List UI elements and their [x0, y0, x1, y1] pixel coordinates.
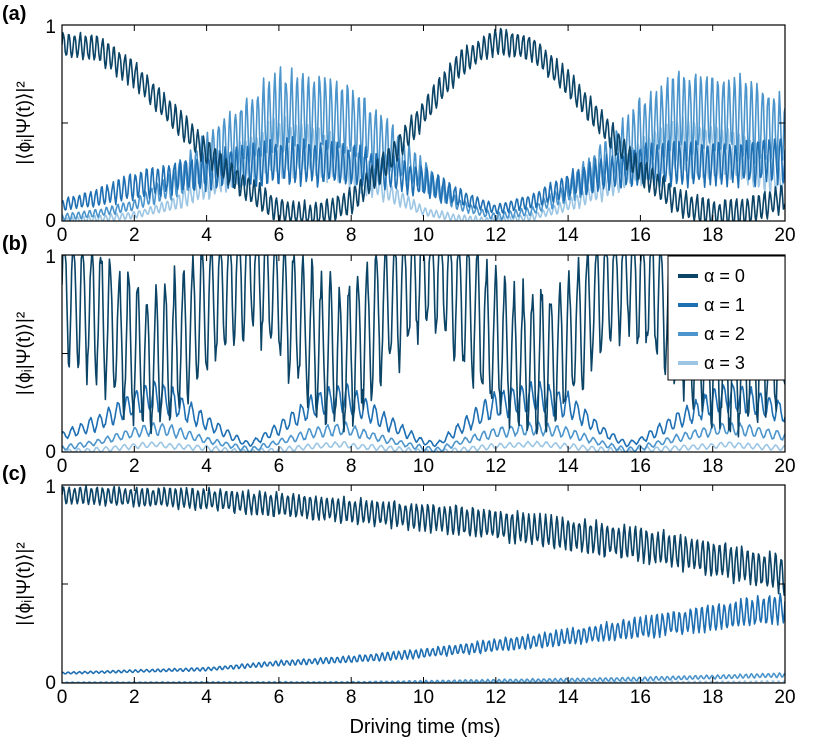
x-tick-label: 12	[485, 687, 506, 708]
y-axis-label: |⟨ϕᵢ|Ψ(t)⟩|²	[14, 542, 35, 625]
legend-entry: α = 1	[704, 295, 745, 315]
x-tick-label: 14	[558, 225, 580, 246]
y-axis-label: |⟨ϕᵢ|Ψ(t)⟩|²	[14, 312, 35, 395]
x-tick-label: 18	[702, 687, 723, 708]
x-tick-label: 16	[630, 456, 651, 477]
panel-c: 0 2 4 6 8 10 12 14 16 18 20 0 1 |⟨ϕᵢ|Ψ(t)⟩|² (c)	[2, 463, 796, 708]
series-line-alpha-1	[62, 592, 785, 675]
legend-entry: α = 3	[704, 353, 745, 373]
x-tick-label: 4	[201, 456, 212, 477]
y-tick-label: 1	[45, 17, 56, 38]
panel-b: 0 2 4 6 8 10 12 14 16 18 2001|⟨ϕᵢ|Ψ(t)⟩|²(b)α = 0α…	[2, 233, 796, 477]
x-tick-label: 20	[774, 687, 795, 708]
y-tick-label: 0	[45, 211, 56, 232]
x-tick-label: 4	[201, 225, 212, 246]
x-tick-label: 4	[201, 687, 212, 708]
x-tick-label: 12	[485, 456, 506, 477]
figure: 0 2 4 6 8 10 12 14 16 18 2001|⟨ϕᵢ|Ψ(t)⟩|²(a)0 2 4 6 8 1…	[2, 3, 796, 738]
x-axis-label: Driving time (ms)	[349, 716, 500, 738]
panel-label: (a)	[2, 3, 26, 25]
x-tick-label: 2	[129, 687, 140, 708]
legend-entry: α = 0	[704, 266, 745, 286]
x-tick-label: 20	[774, 456, 795, 477]
x-tick-label: 10	[413, 456, 434, 477]
x-tick-label: 10	[413, 687, 434, 708]
y-tick-label: 1	[45, 247, 56, 268]
x-tick-label: 12	[485, 225, 506, 246]
y-axis-label: |⟨ϕᵢ|Ψ(t)⟩|²	[14, 81, 35, 164]
x-tick-label: 10	[413, 225, 434, 246]
x-tick-label: 16	[630, 687, 651, 708]
y-tick-label: 1	[45, 477, 56, 498]
x-tick-label: 18	[702, 225, 723, 246]
series-group	[62, 27, 785, 221]
x-tick-label: 0	[57, 225, 68, 246]
x-tick-label: 16	[630, 225, 651, 246]
y-tick-label: 0	[45, 673, 56, 694]
panels: 0 2 4 6 8 10 12 14 16 18 2001|⟨ϕᵢ|Ψ(t)⟩|²(a)0 2 4 6 8 1…	[2, 3, 796, 708]
x-tick-label: 6	[274, 687, 285, 708]
x-tick-label: 8	[346, 225, 357, 246]
x-tick-label: 6	[274, 456, 285, 477]
legend-entry: α = 2	[704, 324, 745, 344]
x-tick-label: 20	[774, 225, 795, 246]
series-group	[62, 485, 785, 683]
x-tick-label: 14	[558, 687, 580, 708]
panel-label: (b)	[2, 233, 28, 255]
x-tick-label: 14	[558, 456, 580, 477]
x-tick-label: 2	[129, 225, 140, 246]
y-tick-label: 0	[45, 442, 56, 463]
panel-a: 0 2 4 6 8 10 12 14 16 18 20 0 1 |⟨ϕᵢ|Ψ(t)⟩|² (a)	[2, 3, 796, 246]
x-tick-label: 8	[346, 456, 357, 477]
panel-label: (c)	[2, 463, 26, 485]
series-line-alpha-0	[62, 485, 785, 596]
x-tick-label: 6	[274, 225, 285, 246]
x-tick-label: 0	[57, 687, 68, 708]
x-tick-label: 2	[129, 456, 140, 477]
x-tick-label: 0	[57, 456, 68, 477]
x-tick-label: 18	[702, 456, 723, 477]
legend: α = 0 α = 1 α = 2 α = 3	[667, 255, 786, 381]
x-tick-label: 8	[346, 687, 357, 708]
